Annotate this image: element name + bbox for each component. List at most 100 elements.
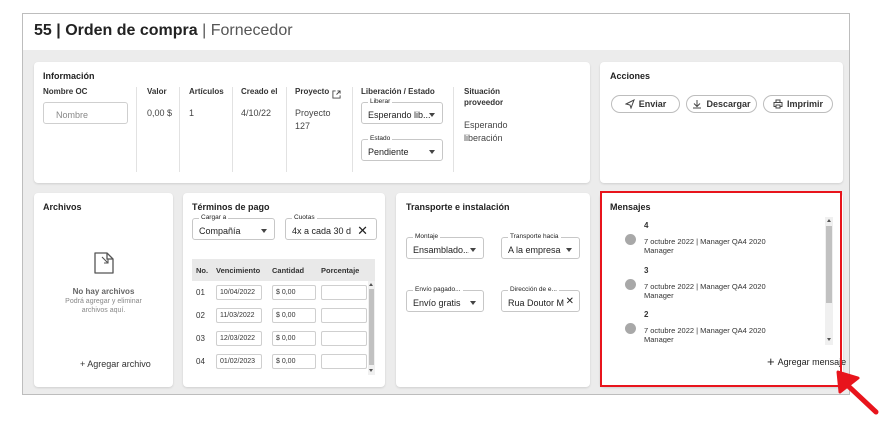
informacion-title: Información bbox=[43, 71, 95, 81]
cargar-value: Compañía bbox=[199, 226, 241, 236]
proyecto-value[interactable]: Proyecto bbox=[295, 108, 331, 118]
porcentaje-input[interactable] bbox=[321, 285, 367, 300]
supplier-name: | Fornecedor bbox=[202, 22, 293, 39]
cuotas-select[interactable]: Cuotas 4x a cada 30 d ✕ bbox=[285, 214, 377, 240]
direccion-select[interactable]: Dirección de e... Rua Doutor Mi ✕ bbox=[501, 286, 580, 312]
descargar-label: Descargar bbox=[706, 99, 751, 109]
clear-icon[interactable]: ✕ bbox=[357, 223, 368, 239]
empty-title: No hay archivos bbox=[72, 287, 135, 296]
cantidad-input[interactable]: $ 0,00 bbox=[272, 285, 316, 300]
transporte-hacia-label: Transporte hacia bbox=[508, 233, 561, 240]
pointer-arrow-icon bbox=[828, 368, 880, 418]
column-header: Cantidad bbox=[268, 259, 317, 281]
liberacion-label: Liberación / Estado bbox=[361, 87, 435, 96]
cantidad-input[interactable]: $ 0,00 bbox=[272, 308, 316, 323]
terminos-card: Términos de pago Cargar a Compañía Cuota… bbox=[183, 193, 385, 387]
chevron-down-icon bbox=[429, 113, 435, 117]
payment-table: No. Vencimiento Cantidad Porcentaje 01 1… bbox=[192, 259, 375, 373]
scroll-down-arrow-icon[interactable] bbox=[369, 369, 373, 372]
fecha-input[interactable]: 10/04/2022 bbox=[216, 285, 262, 300]
cantidad-input[interactable]: $ 0,00 bbox=[272, 354, 316, 369]
scroll-up-arrow-icon[interactable] bbox=[369, 283, 373, 286]
external-link-icon[interactable] bbox=[332, 86, 341, 99]
chevron-down-icon bbox=[261, 229, 267, 233]
column-header: Vencimiento bbox=[212, 259, 268, 281]
situacion-label-2: proveedor bbox=[464, 98, 504, 107]
liberar-select[interactable]: Liberar Esperando lib... bbox=[361, 98, 443, 124]
fecha-input[interactable]: 12/03/2022 bbox=[216, 331, 262, 346]
archivos-card: Archivos No hay archivos Podrá agregar y… bbox=[34, 193, 173, 387]
table-scrollbar-thumb[interactable] bbox=[369, 289, 374, 365]
chevron-down-icon bbox=[470, 301, 476, 305]
cuotas-value: 4x a cada 30 d bbox=[292, 226, 352, 236]
transporte-hacia-select[interactable]: Transporte hacia A la empresa bbox=[501, 233, 580, 259]
row-number: 03 bbox=[196, 334, 205, 343]
cargar-select[interactable]: Cargar a Compañía bbox=[192, 214, 275, 240]
creado-label: Creado el bbox=[241, 87, 278, 96]
empty-subtitle: Podrá agregar y eliminar bbox=[65, 298, 142, 305]
envio-select[interactable]: Envío pagado... Envío gratis bbox=[406, 286, 484, 312]
document-icon bbox=[93, 251, 115, 275]
enviar-label: Enviar bbox=[638, 99, 667, 109]
montaje-label: Montaje bbox=[413, 233, 441, 240]
divider bbox=[286, 87, 287, 172]
fecha-input[interactable]: 11/03/2022 bbox=[216, 308, 262, 323]
nombre-oc-placeholder: Nombre bbox=[56, 110, 89, 120]
cargar-label: Cargar a bbox=[199, 214, 229, 221]
printer-icon bbox=[773, 99, 783, 109]
liberar-label: Liberar bbox=[368, 98, 393, 105]
order-label: Orden de compra bbox=[65, 22, 198, 39]
porcentaje-input[interactable] bbox=[321, 354, 367, 369]
creado-value: 4/10/22 bbox=[241, 108, 272, 118]
estado-value: Pendiente bbox=[368, 147, 409, 157]
montaje-value: Ensamblado... bbox=[413, 245, 469, 255]
porcentaje-input[interactable] bbox=[321, 331, 367, 346]
chevron-down-icon bbox=[470, 248, 476, 252]
imprimir-button[interactable]: Imprimir bbox=[763, 95, 833, 113]
cantidad-input[interactable]: $ 0,00 bbox=[272, 331, 316, 346]
download-icon bbox=[693, 100, 702, 109]
add-file-button[interactable]: + Agregar archivo bbox=[80, 359, 151, 369]
transporte-hacia-value: A la empresa bbox=[508, 245, 561, 255]
proyecto-number[interactable]: 127 bbox=[295, 121, 310, 131]
descargar-button[interactable]: Descargar bbox=[686, 95, 757, 113]
porcentaje-input[interactable] bbox=[321, 308, 367, 323]
page-header: 55 | Orden de compra | Fornecedor bbox=[23, 14, 849, 50]
situacion-value: Esperando bbox=[464, 120, 508, 130]
terminos-title: Términos de pago bbox=[192, 202, 270, 212]
estado-label: Estado bbox=[368, 135, 393, 142]
fecha-input[interactable]: 01/02/2023 bbox=[216, 354, 262, 369]
clear-icon[interactable]: ✕ bbox=[566, 296, 574, 307]
montaje-select[interactable]: Montaje Ensamblado... bbox=[406, 233, 484, 259]
table-row: 02 11/03/2022 $ 0,00 bbox=[192, 304, 375, 327]
transporte-title: Transporte e instalación bbox=[406, 202, 510, 212]
liberar-value: Esperando lib... bbox=[368, 110, 430, 120]
title-separator: | bbox=[56, 22, 61, 39]
acciones-card: Acciones Enviar Descargar Imprimir bbox=[600, 62, 843, 183]
divider bbox=[232, 87, 233, 172]
acciones-title: Acciones bbox=[610, 71, 651, 81]
column-header: No. bbox=[192, 259, 212, 281]
nombre-oc-label: Nombre OC bbox=[43, 87, 88, 96]
estado-select[interactable]: Estado Pendiente bbox=[361, 135, 443, 161]
empty-subtitle-2: archivos aquí. bbox=[81, 307, 126, 314]
valor-value: 0,00 $ bbox=[147, 108, 173, 118]
table-row: 01 10/04/2022 $ 0,00 bbox=[192, 281, 375, 304]
table-row: 04 01/02/2023 $ 0,00 bbox=[192, 350, 375, 373]
row-number: 01 bbox=[196, 288, 205, 297]
enviar-button[interactable]: Enviar bbox=[611, 95, 680, 113]
order-number: 55 bbox=[34, 22, 52, 39]
chevron-down-icon bbox=[566, 248, 572, 252]
row-number: 02 bbox=[196, 311, 205, 320]
envio-label: Envío pagado... bbox=[413, 286, 463, 293]
direccion-value: Rua Doutor Mi bbox=[508, 298, 564, 308]
highlight-box bbox=[600, 191, 842, 387]
nombre-oc-input[interactable]: Nombre bbox=[43, 102, 128, 124]
table-header: No. Vencimiento Cantidad Porcentaje bbox=[192, 259, 375, 281]
envio-value: Envío gratis bbox=[413, 298, 461, 308]
transporte-card: Transporte e instalación Montaje Ensambl… bbox=[396, 193, 590, 387]
column-header: Porcentaje bbox=[317, 259, 375, 281]
articulos-label: Artículos bbox=[189, 87, 224, 96]
informacion-card: Información Nombre OC Nombre Valor 0,00 … bbox=[34, 62, 590, 183]
page-title: 55 | Orden de compra | Fornecedor bbox=[34, 22, 293, 40]
